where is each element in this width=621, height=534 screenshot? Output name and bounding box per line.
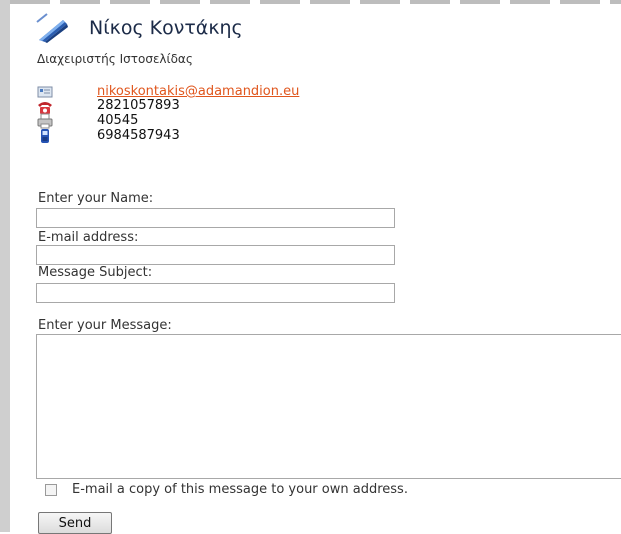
- mobile-icon: [41, 129, 49, 143]
- copy-checkbox[interactable]: [45, 484, 57, 496]
- contact-telephone: 2821057893: [97, 98, 180, 113]
- message-label: Enter your Message:: [38, 318, 172, 333]
- email-label: E-mail address:: [38, 230, 139, 245]
- name-label: Enter your Name:: [38, 191, 154, 206]
- contact-fax: 40545: [97, 113, 139, 128]
- message-textarea[interactable]: [36, 334, 621, 479]
- contact-card-icon: [36, 13, 68, 43]
- name-input[interactable]: [36, 208, 395, 228]
- subject-label: Message Subject:: [38, 265, 153, 280]
- left-border: [0, 0, 10, 532]
- subject-input[interactable]: [36, 283, 395, 303]
- contact-mobile: 6984587943: [97, 128, 180, 143]
- contact-email-link[interactable]: nikoskontakis@adamandion.eu: [97, 84, 299, 99]
- email-icon: [37, 86, 53, 98]
- fax-icon: [37, 113, 53, 129]
- send-button[interactable]: Send: [38, 512, 112, 534]
- copy-checkbox-label: E-mail a copy of this message to your ow…: [72, 482, 408, 497]
- contact-name: Νίκος Κοντάκης: [89, 17, 243, 39]
- email-input[interactable]: [36, 245, 395, 265]
- contact-role: Διαχειριστής Ιστοσελίδας: [37, 52, 193, 66]
- top-divider: [10, 0, 621, 4]
